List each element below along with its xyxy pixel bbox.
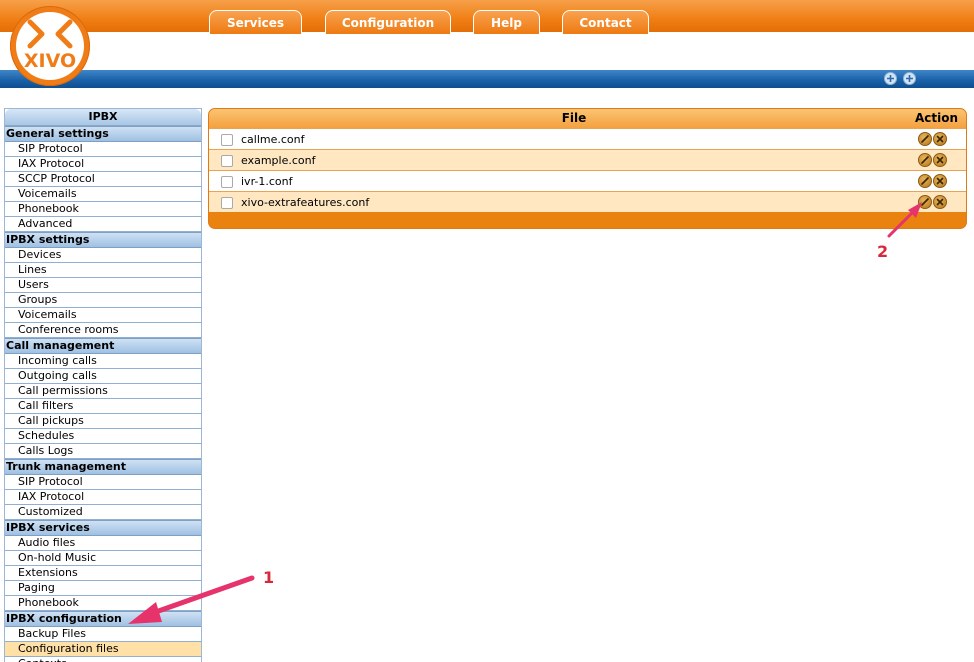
sidebar-section-ipbx-configuration: IPBX configuration xyxy=(5,611,201,627)
file-name[interactable]: xivo-extrafeatures.conf xyxy=(241,192,369,213)
logo-chevrons-icon xyxy=(27,19,73,49)
sidebar-item-iax-protocol[interactable]: IAX Protocol xyxy=(5,157,201,172)
sidebar-item-on-hold-music[interactable]: On-hold Music xyxy=(5,551,201,566)
sidebar-item-paging[interactable]: Paging xyxy=(5,581,201,596)
sidebar-item-configuration-files[interactable]: Configuration files xyxy=(5,642,201,657)
xivo-logo[interactable]: XIVO xyxy=(10,6,90,86)
sidebar-item-groups[interactable]: Groups xyxy=(5,293,201,308)
edit-pencil-icon[interactable] xyxy=(918,174,932,188)
table-row: xivo-extrafeatures.conf xyxy=(209,191,966,212)
sidebar-item-audio-files[interactable]: Audio files xyxy=(5,536,201,551)
sidebar-item-voicemails[interactable]: Voicemails xyxy=(5,308,201,323)
sidebar-item-calls-logs[interactable]: Calls Logs xyxy=(5,444,201,459)
sidebar-item-devices[interactable]: Devices xyxy=(5,248,201,263)
sidebar-item-customized[interactable]: Customized xyxy=(5,505,201,520)
edit-pencil-icon[interactable] xyxy=(918,132,932,146)
annotation-label-2: 2 xyxy=(877,242,889,261)
file-name[interactable]: callme.conf xyxy=(241,129,305,150)
table-footer xyxy=(209,212,966,228)
sidebar-item-phonebook[interactable]: Phonebook xyxy=(5,596,201,611)
tab-contact[interactable]: Contact xyxy=(562,10,649,34)
table-row: callme.conf xyxy=(209,128,966,149)
sidebar-item-sip-protocol[interactable]: SIP Protocol xyxy=(5,142,201,157)
sidebar-section-trunk-management: Trunk management xyxy=(5,459,201,475)
config-files-table: File Action callme.conf example.conf ivr-1… xyxy=(208,108,967,229)
edit-pencil-icon[interactable] xyxy=(918,153,932,167)
delete-x-icon[interactable] xyxy=(933,132,947,146)
column-header-action: Action xyxy=(914,111,958,125)
row-checkbox[interactable] xyxy=(221,176,233,188)
sidebar-item-call-pickups[interactable]: Call pickups xyxy=(5,414,201,429)
sidebar-item-users[interactable]: Users xyxy=(5,278,201,293)
row-actions xyxy=(918,195,948,209)
row-checkbox[interactable] xyxy=(221,134,233,146)
row-actions xyxy=(918,153,948,167)
sidebar-item-call-filters[interactable]: Call filters xyxy=(5,399,201,414)
row-checkbox[interactable] xyxy=(221,197,233,209)
add-plus-icon[interactable] xyxy=(903,72,916,85)
sidebar-item-conference-rooms[interactable]: Conference rooms xyxy=(5,323,201,338)
sidebar-item-outgoing-calls[interactable]: Outgoing calls xyxy=(5,369,201,384)
table-header: File Action xyxy=(209,109,966,128)
sidebar-item-lines[interactable]: Lines xyxy=(5,263,201,278)
table-row: ivr-1.conf xyxy=(209,170,966,191)
sidebar-item-extensions[interactable]: Extensions xyxy=(5,566,201,581)
sidebar-menu: IPBX General settings SIP Protocol IAX Pro… xyxy=(4,108,202,662)
sidebar-item-schedules[interactable]: Schedules xyxy=(5,429,201,444)
sidebar-item-phonebook[interactable]: Phonebook xyxy=(5,202,201,217)
row-actions xyxy=(918,174,948,188)
delete-x-icon[interactable] xyxy=(933,153,947,167)
logo-text: XIVO xyxy=(23,50,77,72)
sidebar-section-ipbx-services: IPBX services xyxy=(5,520,201,536)
sidebar-item-contexts[interactable]: Contexts xyxy=(5,657,201,662)
header-blue-bar xyxy=(0,70,974,88)
sidebar-item-iax-protocol[interactable]: IAX Protocol xyxy=(5,490,201,505)
sidebar-title: IPBX xyxy=(5,109,201,126)
header-area xyxy=(0,32,974,70)
expand-plus-icon[interactable] xyxy=(884,72,897,85)
tab-configuration[interactable]: Configuration xyxy=(325,10,451,34)
column-header-file: File xyxy=(561,111,587,125)
delete-x-icon[interactable] xyxy=(933,195,947,209)
sidebar-item-sip-protocol[interactable]: SIP Protocol xyxy=(5,475,201,490)
sidebar-item-incoming-calls[interactable]: Incoming calls xyxy=(5,354,201,369)
annotation-label-1: 1 xyxy=(263,568,275,587)
sidebar-item-call-permissions[interactable]: Call permissions xyxy=(5,384,201,399)
delete-x-icon[interactable] xyxy=(933,174,947,188)
sidebar-item-advanced[interactable]: Advanced xyxy=(5,217,201,232)
table-row: example.conf xyxy=(209,149,966,170)
edit-pencil-icon[interactable] xyxy=(918,195,932,209)
sidebar-item-voicemails[interactable]: Voicemails xyxy=(5,187,201,202)
sidebar-item-backup-files[interactable]: Backup Files xyxy=(5,627,201,642)
row-checkbox[interactable] xyxy=(221,155,233,167)
tab-help[interactable]: Help xyxy=(473,10,540,34)
sidebar-section-ipbx-settings: IPBX settings xyxy=(5,232,201,248)
sidebar-section-call-management: Call management xyxy=(5,338,201,354)
sidebar-item-sccp-protocol[interactable]: SCCP Protocol xyxy=(5,172,201,187)
sidebar-section-general-settings: General settings xyxy=(5,126,201,142)
row-actions xyxy=(918,132,948,146)
file-name[interactable]: example.conf xyxy=(241,150,315,171)
tab-services[interactable]: Services xyxy=(209,10,302,34)
file-name[interactable]: ivr-1.conf xyxy=(241,171,292,192)
